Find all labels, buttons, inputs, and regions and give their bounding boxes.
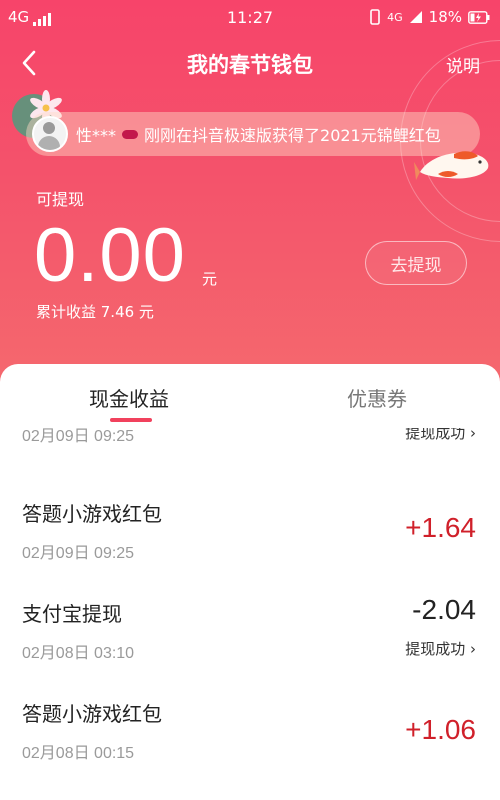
nav-bar: 我的春节钱包 说明 <box>0 40 500 86</box>
tab-cash-earnings[interactable]: 现金收益 <box>4 383 254 412</box>
list-item[interactable]: 支付宝提现 02月08日 03:10 -2.04 提现成功 › <box>0 586 500 666</box>
status-icons: 4G 18% <box>369 8 490 26</box>
transaction-time: 02月08日 03:10 <box>22 645 135 662</box>
transaction-amount: +1.64 <box>405 512 476 543</box>
transaction-amount: -2.04 <box>412 594 476 625</box>
active-tab-indicator <box>110 418 152 422</box>
network-label-2: 4G <box>387 10 403 24</box>
withdrawable-label: 可提现 <box>36 190 85 209</box>
transaction-title: 答题小游戏红包 <box>22 502 162 526</box>
transaction-list[interactable]: 02月09日 09:25 提现成功 › 答题小游戏红包 02月09日 09:25… <box>0 428 500 800</box>
transaction-amount: +1.06 <box>405 714 476 745</box>
transaction-title: 支付宝提现 <box>22 602 122 626</box>
signal-triangle-icon <box>409 11 422 23</box>
balance-amount: 0.00 <box>34 213 186 298</box>
transaction-time: 02月09日 09:25 <box>22 545 135 562</box>
page-title: 我的春节钱包 <box>187 53 313 77</box>
transaction-time: 02月08日 00:15 <box>22 745 135 762</box>
cumulative-earnings: 累计收益 7.46 元 <box>36 303 154 321</box>
withdraw-button[interactable]: 去提现 <box>365 241 467 285</box>
list-item[interactable]: 02月09日 09:25 提现成功 › <box>0 428 500 466</box>
lips-icon <box>122 129 139 139</box>
announcement-ticker: 性*** 刚刚在抖音极速版获得了2021元锦鲤红包 <box>26 112 480 156</box>
list-item[interactable]: 答题小游戏红包 02月08日 00:15 +1.06 <box>0 686 500 766</box>
battery-charging-icon <box>468 10 490 24</box>
avatar <box>32 116 68 152</box>
withdraw-status[interactable]: 提现成功 › <box>405 428 476 443</box>
ticker-username: 性*** <box>76 126 117 145</box>
ticker-message: 刚刚在抖音极速版获得了2021元锦鲤红包 <box>144 126 441 145</box>
koi-fish-icon <box>414 151 489 180</box>
transactions-card: 现金收益 优惠券 02月09日 09:25 提现成功 › 答题小游戏红包 02月… <box>0 364 500 800</box>
help-link[interactable]: 说明 <box>446 52 480 77</box>
withdraw-status[interactable]: 提现成功 › <box>405 638 476 659</box>
status-bar: 4G 11:27 4G 18% <box>0 0 500 34</box>
transaction-title: 答题小游戏红包 <box>22 702 162 726</box>
vibrate-icon <box>370 9 380 25</box>
transaction-time: 02月09日 09:25 <box>22 428 135 445</box>
tab-coupons[interactable]: 优惠券 <box>252 383 500 412</box>
battery-percent: 18% <box>428 8 462 26</box>
list-item[interactable]: 答题小游戏红包 02月09日 09:25 +1.64 <box>0 486 500 566</box>
currency-unit: 元 <box>202 270 218 288</box>
